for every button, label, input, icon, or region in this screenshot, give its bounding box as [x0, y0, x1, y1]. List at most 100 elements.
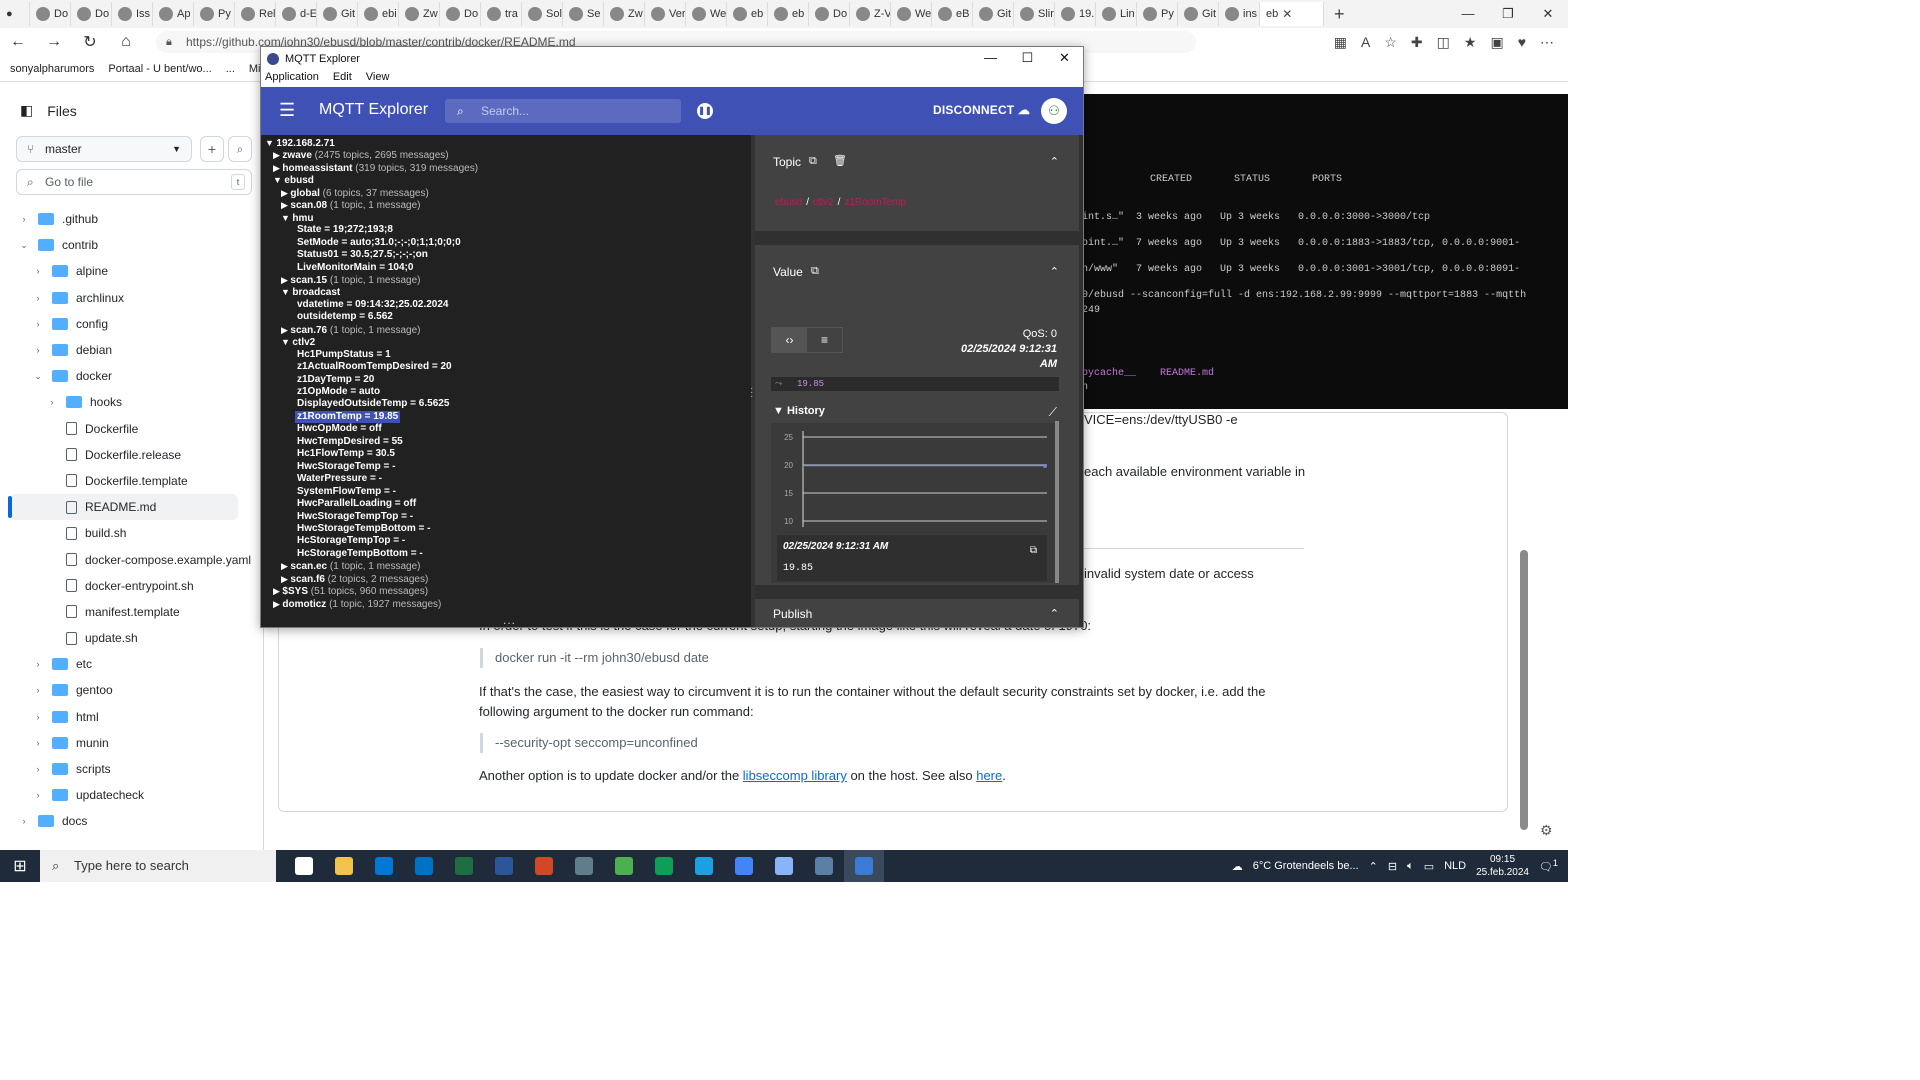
copy-topic-icon[interactable]: ⧉: [809, 155, 817, 168]
app-icon[interactable]: ▦: [1334, 34, 1347, 51]
topic-search-input[interactable]: ⌕ Search...: [445, 99, 681, 123]
browser-tab[interactable]: Py: [194, 2, 235, 26]
taskbar-app-icon[interactable]: [404, 850, 444, 882]
restore-icon[interactable]: ❐: [1488, 0, 1528, 28]
active-browser-tab[interactable]: eb ✕: [1260, 2, 1324, 26]
weather-text[interactable]: 6°C Grotendeels be...: [1253, 860, 1359, 872]
collapsed-arrow-icon[interactable]: ▶: [273, 163, 282, 173]
topic-node[interactable]: HcStorageTempTop = -: [297, 535, 405, 547]
expanded-arrow-icon[interactable]: ▼: [265, 138, 276, 148]
tree-file[interactable]: update.sh: [0, 625, 260, 651]
collapsed-arrow-icon[interactable]: ▶: [281, 188, 290, 198]
browser-tab[interactable]: d-E: [276, 2, 317, 26]
browser-tab[interactable]: We: [686, 2, 727, 26]
collapsed-arrow-icon[interactable]: ▶: [273, 150, 282, 160]
topic-node[interactable]: HwcStorageTempBottom = -: [297, 523, 430, 535]
tree-file[interactable]: Dockerfile.release: [0, 442, 260, 468]
topic-node[interactable]: ▼ ctlv2: [281, 336, 315, 349]
maximize-icon[interactable]: ☐: [1009, 47, 1046, 69]
topic-node[interactable]: z1ActualRoomTempDesired = 20: [297, 361, 452, 373]
topic-node[interactable]: State = 19;272;193;8: [297, 224, 393, 236]
browser-tab[interactable]: Zw: [399, 2, 440, 26]
performance-icon[interactable]: ♥: [1518, 34, 1526, 51]
tree-folder[interactable]: ⌄ contrib: [0, 232, 260, 258]
topic-node[interactable]: LiveMonitorMain = 104;0: [297, 262, 413, 274]
browser-tab[interactable]: Ver: [645, 2, 686, 26]
here-link[interactable]: here: [976, 768, 1002, 783]
forward-icon[interactable]: →: [36, 33, 72, 51]
browser-tab[interactable]: eb: [768, 2, 809, 26]
taskbar-app-icon[interactable]: [724, 850, 764, 882]
topic-node[interactable]: z1DayTemp = 20: [297, 374, 374, 386]
taskbar-app-icon[interactable]: [484, 850, 524, 882]
tree-folder[interactable]: › .github: [0, 206, 260, 232]
branch-selector[interactable]: ⑂ master ▼: [16, 136, 192, 162]
topic-node[interactable]: ▶ scan.f6 (2 topics, 2 messages): [281, 573, 428, 586]
topic-node[interactable]: ▼ broadcast: [281, 286, 340, 299]
topic-node[interactable]: HwcOpMode = off: [297, 423, 382, 435]
topic-node[interactable]: ▶ homeassistant (319 topics, 319 message…: [273, 162, 478, 175]
topic-node[interactable]: HwcStorageTempTop = -: [297, 511, 413, 523]
browser-tab[interactable]: Git: [317, 2, 358, 26]
collapse-topic-icon[interactable]: ⌃: [1050, 155, 1059, 168]
pause-icon[interactable]: ❚❚: [697, 103, 713, 119]
tree-folder[interactable]: › config: [0, 311, 260, 337]
home-icon[interactable]: ⌂: [108, 33, 144, 51]
close-icon[interactable]: ✕: [1528, 0, 1568, 28]
taskbar-app-icon[interactable]: [524, 850, 564, 882]
taskbar-app-icon[interactable]: [284, 850, 324, 882]
disconnect-button[interactable]: DISCONNECT ☁: [933, 103, 1030, 117]
crumb-ebusd[interactable]: ebusd: [775, 197, 802, 208]
tree-folder[interactable]: › munin: [0, 730, 260, 756]
expanded-arrow-icon[interactable]: ▼: [281, 337, 292, 347]
tree-file[interactable]: build.sh: [0, 520, 260, 546]
chart-point[interactable]: [1043, 463, 1047, 468]
sidebar-collapse-icon[interactable]: ◧: [20, 102, 33, 119]
browser-tab[interactable]: Do: [440, 2, 481, 26]
topic-node[interactable]: HwcStorageTemp = -: [297, 461, 395, 473]
favorite-link[interactable]: Portaal - U bent/wo...: [108, 63, 211, 75]
topic-node[interactable]: ▼ hmu: [281, 212, 314, 225]
favorite-link[interactable]: sonyalpharumors: [10, 63, 94, 75]
browser-tab[interactable]: Do: [71, 2, 112, 26]
collapsed-arrow-icon[interactable]: ▶: [281, 275, 290, 285]
page-scrollbar[interactable]: [1520, 550, 1528, 830]
tree-folder[interactable]: › etc: [0, 651, 260, 677]
libseccomp-link[interactable]: libseccomp library: [743, 768, 847, 783]
collapsed-arrow-icon[interactable]: ▶: [273, 586, 282, 596]
browser-tab[interactable]: Ap: [153, 2, 194, 26]
browser-tab[interactable]: Lin: [1096, 2, 1137, 26]
collapse-publish-icon[interactable]: ⌃: [1050, 607, 1059, 620]
taskbar-search-input[interactable]: ⌕ Type here to search: [40, 850, 276, 882]
topic-node[interactable]: z1OpMode = auto: [297, 386, 380, 398]
browser-tab[interactable]: Zw: [604, 2, 645, 26]
collapsed-arrow-icon[interactable]: ▶: [273, 599, 282, 609]
taskbar-app-icon[interactable]: [564, 850, 604, 882]
more-icon[interactable]: ⋯: [1540, 34, 1554, 51]
taskbar-app-icon[interactable]: [604, 850, 644, 882]
topic-node[interactable]: ▶ zwave (2475 topics, 2695 messages): [273, 149, 449, 162]
topic-node[interactable]: HwcTempDesired = 55: [297, 436, 403, 448]
tree-file[interactable]: Dockerfile.template: [0, 468, 260, 494]
favorite-star-icon[interactable]: ☆: [1384, 34, 1397, 51]
notification-icon[interactable]: 🗨︎1: [1539, 858, 1558, 874]
tree-file[interactable]: manifest.template: [0, 599, 260, 625]
value-scrollbar[interactable]: [1055, 421, 1059, 583]
expanded-arrow-icon[interactable]: ▼: [281, 287, 292, 297]
tree-folder[interactable]: › scripts: [0, 756, 260, 782]
taskbar-app-icon[interactable]: [364, 850, 404, 882]
browser-tab[interactable]: Git: [973, 2, 1014, 26]
topic-node[interactable]: ▶ scan.76 (1 topic, 1 message): [281, 324, 421, 337]
taskbar-app-icon[interactable]: [324, 850, 364, 882]
delete-icon[interactable]: 🗑︎: [833, 154, 847, 167]
extensions-icon[interactable]: ✚: [1411, 34, 1423, 51]
speaker-icon[interactable]: 🔈︎: [1407, 860, 1414, 873]
code-view-icon[interactable]: ‹›: [772, 328, 807, 352]
topic-node[interactable]: ▶ scan.08 (1 topic, 1 message): [281, 199, 421, 212]
tree-file[interactable]: docker-compose.example.yaml: [0, 546, 260, 572]
chart-icon[interactable]: ⟋: [1049, 405, 1057, 420]
tree-folder[interactable]: › archlinux: [0, 285, 260, 311]
browser-tab[interactable]: Do: [809, 2, 850, 26]
chevron-up-icon[interactable]: ⌃: [1369, 860, 1378, 873]
browser-tab[interactable]: Iss: [112, 2, 153, 26]
